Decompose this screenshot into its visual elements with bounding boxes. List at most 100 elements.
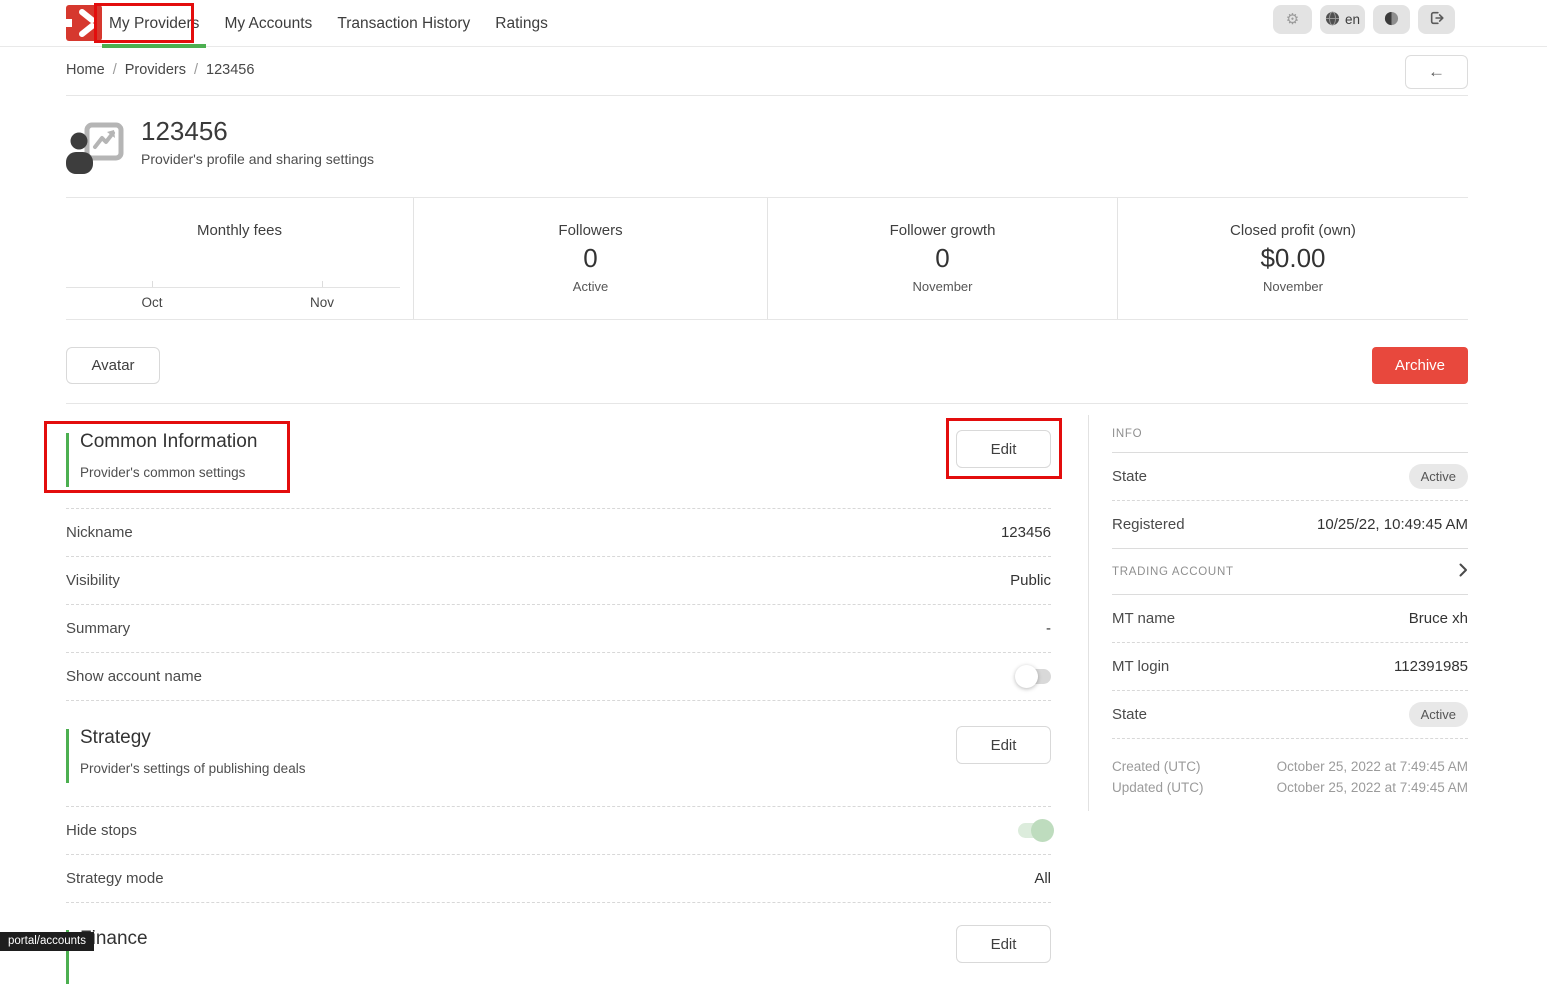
chevron-right-icon	[1459, 563, 1468, 580]
field-value: 123456	[1001, 524, 1051, 541]
status-badge: Active	[1409, 702, 1468, 727]
breadcrumb-current: 123456	[206, 62, 254, 78]
stat-title: Closed profit (own)	[1118, 222, 1468, 239]
sidebar-row-mt-login: MT login 112391985	[1112, 643, 1468, 691]
info-heading-label: INFO	[1112, 428, 1142, 440]
stat-card-follower-growth: Follower growth 0 November	[767, 198, 1117, 319]
edit-strategy-button[interactable]: Edit	[956, 726, 1051, 764]
field-row-summary: Summary -	[66, 605, 1051, 653]
avatar-button[interactable]: Avatar	[66, 347, 160, 384]
strategy-fields: Hide stops Strategy mode All	[66, 806, 1051, 903]
contrast-icon	[1384, 11, 1399, 29]
nav-item-label: My Providers	[109, 15, 199, 33]
field-row-visibility: Visibility Public	[66, 557, 1051, 605]
provider-avatar-icon	[66, 122, 124, 174]
meta-label: Created (UTC)	[1112, 759, 1201, 774]
trading-account-header[interactable]: TRADING ACCOUNT	[1112, 549, 1468, 595]
logout-button[interactable]	[1418, 5, 1455, 34]
nav-item-label: Transaction History	[337, 15, 470, 33]
info-sidebar: INFO State Active Registered 10/25/22, 1…	[1112, 415, 1468, 798]
page-subtitle: Provider's profile and sharing settings	[141, 151, 374, 167]
page-header-text: 123456 Provider's profile and sharing se…	[141, 116, 374, 174]
gear-icon: ⚙	[1286, 12, 1299, 27]
stat-value: 0	[768, 243, 1117, 274]
section-title: Strategy	[80, 727, 151, 749]
stat-card-closed-profit: Closed profit (own) $0.00 November	[1117, 198, 1468, 319]
field-label: Visibility	[66, 572, 120, 589]
meta-label: Updated (UTC)	[1112, 780, 1204, 795]
stat-title: Followers	[414, 222, 767, 239]
nav-item-label: Ratings	[495, 15, 548, 33]
row-value: Bruce xh	[1409, 610, 1468, 627]
language-code: en	[1345, 12, 1360, 27]
field-row-show-account-name: Show account name	[66, 653, 1051, 701]
field-label: Summary	[66, 620, 130, 637]
meta-row-created: Created (UTC) October 25, 2022 at 7:49:4…	[1112, 756, 1468, 777]
section-subtitle: Provider's settings of publishing deals	[80, 761, 305, 776]
trading-account-label: TRADING ACCOUNT	[1112, 566, 1234, 578]
nav-item-my-providers[interactable]: My Providers	[103, 0, 205, 47]
breadcrumb: Home / Providers / 123456	[66, 62, 254, 78]
stat-caption: Active	[414, 279, 767, 294]
language-button[interactable]: en	[1320, 5, 1365, 34]
brand-logo-icon[interactable]	[66, 5, 102, 41]
stat-title: Follower growth	[768, 222, 1117, 239]
theme-toggle-button[interactable]	[1373, 5, 1410, 34]
show-account-name-toggle[interactable]	[1018, 669, 1051, 684]
field-row-strategy-mode: Strategy mode All	[66, 855, 1051, 903]
row-label: MT login	[1112, 658, 1169, 675]
page-title: 123456	[141, 116, 374, 147]
common-information-fields: Nickname 123456 Visibility Public Summar…	[66, 508, 1051, 701]
section-title: Common Information	[80, 431, 257, 453]
sidebar-divider	[1088, 415, 1089, 811]
breadcrumb-providers[interactable]: Providers	[125, 62, 186, 78]
sidebar-meta: Created (UTC) October 25, 2022 at 7:49:4…	[1112, 739, 1468, 798]
field-label: Hide stops	[66, 822, 137, 839]
stat-card-followers: Followers 0 Active	[413, 198, 767, 319]
breadcrumb-separator: /	[113, 62, 117, 78]
divider	[66, 403, 1468, 404]
breadcrumb-home[interactable]: Home	[66, 62, 105, 78]
row-label: Registered	[1112, 516, 1185, 533]
row-label: State	[1112, 468, 1147, 485]
row-label: MT name	[1112, 610, 1175, 627]
top-navbar: My Providers My Accounts Transaction His…	[0, 0, 1547, 47]
breadcrumb-separator: /	[194, 62, 198, 78]
field-value: Public	[1010, 572, 1051, 589]
section-subtitle: Provider's common settings	[80, 465, 245, 480]
hide-stops-toggle[interactable]	[1018, 823, 1051, 838]
sidebar-row-registered: Registered 10/25/22, 10:49:45 AM	[1112, 501, 1468, 549]
field-value: -	[1046, 620, 1051, 637]
globe-icon	[1325, 11, 1340, 29]
main-nav: My Providers My Accounts Transaction His…	[103, 0, 554, 47]
field-value: All	[1034, 870, 1051, 887]
row-value: 112391985	[1394, 658, 1468, 675]
stat-caption: November	[768, 279, 1117, 294]
field-row-nickname: Nickname 123456	[66, 509, 1051, 557]
nav-item-my-accounts[interactable]: My Accounts	[218, 0, 318, 47]
edit-finance-button[interactable]: Edit	[956, 925, 1051, 963]
link-status-tooltip: portal/accounts	[0, 932, 94, 951]
stats-row: Monthly fees Oct Nov Followers 0 Active …	[66, 197, 1468, 320]
row-value: 10/25/22, 10:49:45 AM	[1317, 516, 1468, 533]
page-header: 123456 Provider's profile and sharing se…	[66, 116, 374, 174]
back-button[interactable]: ←	[1405, 55, 1468, 89]
sidebar-row-account-state: State Active	[1112, 691, 1468, 739]
stat-title: Monthly fees	[66, 222, 413, 239]
stat-card-monthly-fees: Monthly fees Oct Nov	[66, 198, 413, 319]
field-label: Show account name	[66, 668, 202, 685]
info-heading: INFO	[1112, 415, 1468, 453]
edit-common-information-button[interactable]: Edit	[956, 430, 1051, 468]
nav-item-label: My Accounts	[224, 15, 312, 33]
nav-item-transaction-history[interactable]: Transaction History	[331, 0, 476, 47]
nav-item-ratings[interactable]: Ratings	[489, 0, 554, 47]
settings-button[interactable]: ⚙	[1273, 5, 1312, 34]
fees-x-label: Nov	[310, 295, 334, 310]
stat-value: $0.00	[1118, 243, 1468, 274]
meta-value: October 25, 2022 at 7:49:45 AM	[1277, 759, 1468, 774]
back-arrow-icon: ←	[1428, 62, 1445, 81]
archive-button[interactable]: Archive	[1372, 347, 1468, 384]
divider	[66, 95, 1468, 96]
stat-value: 0	[414, 243, 767, 274]
toggle-knob	[1031, 819, 1054, 842]
